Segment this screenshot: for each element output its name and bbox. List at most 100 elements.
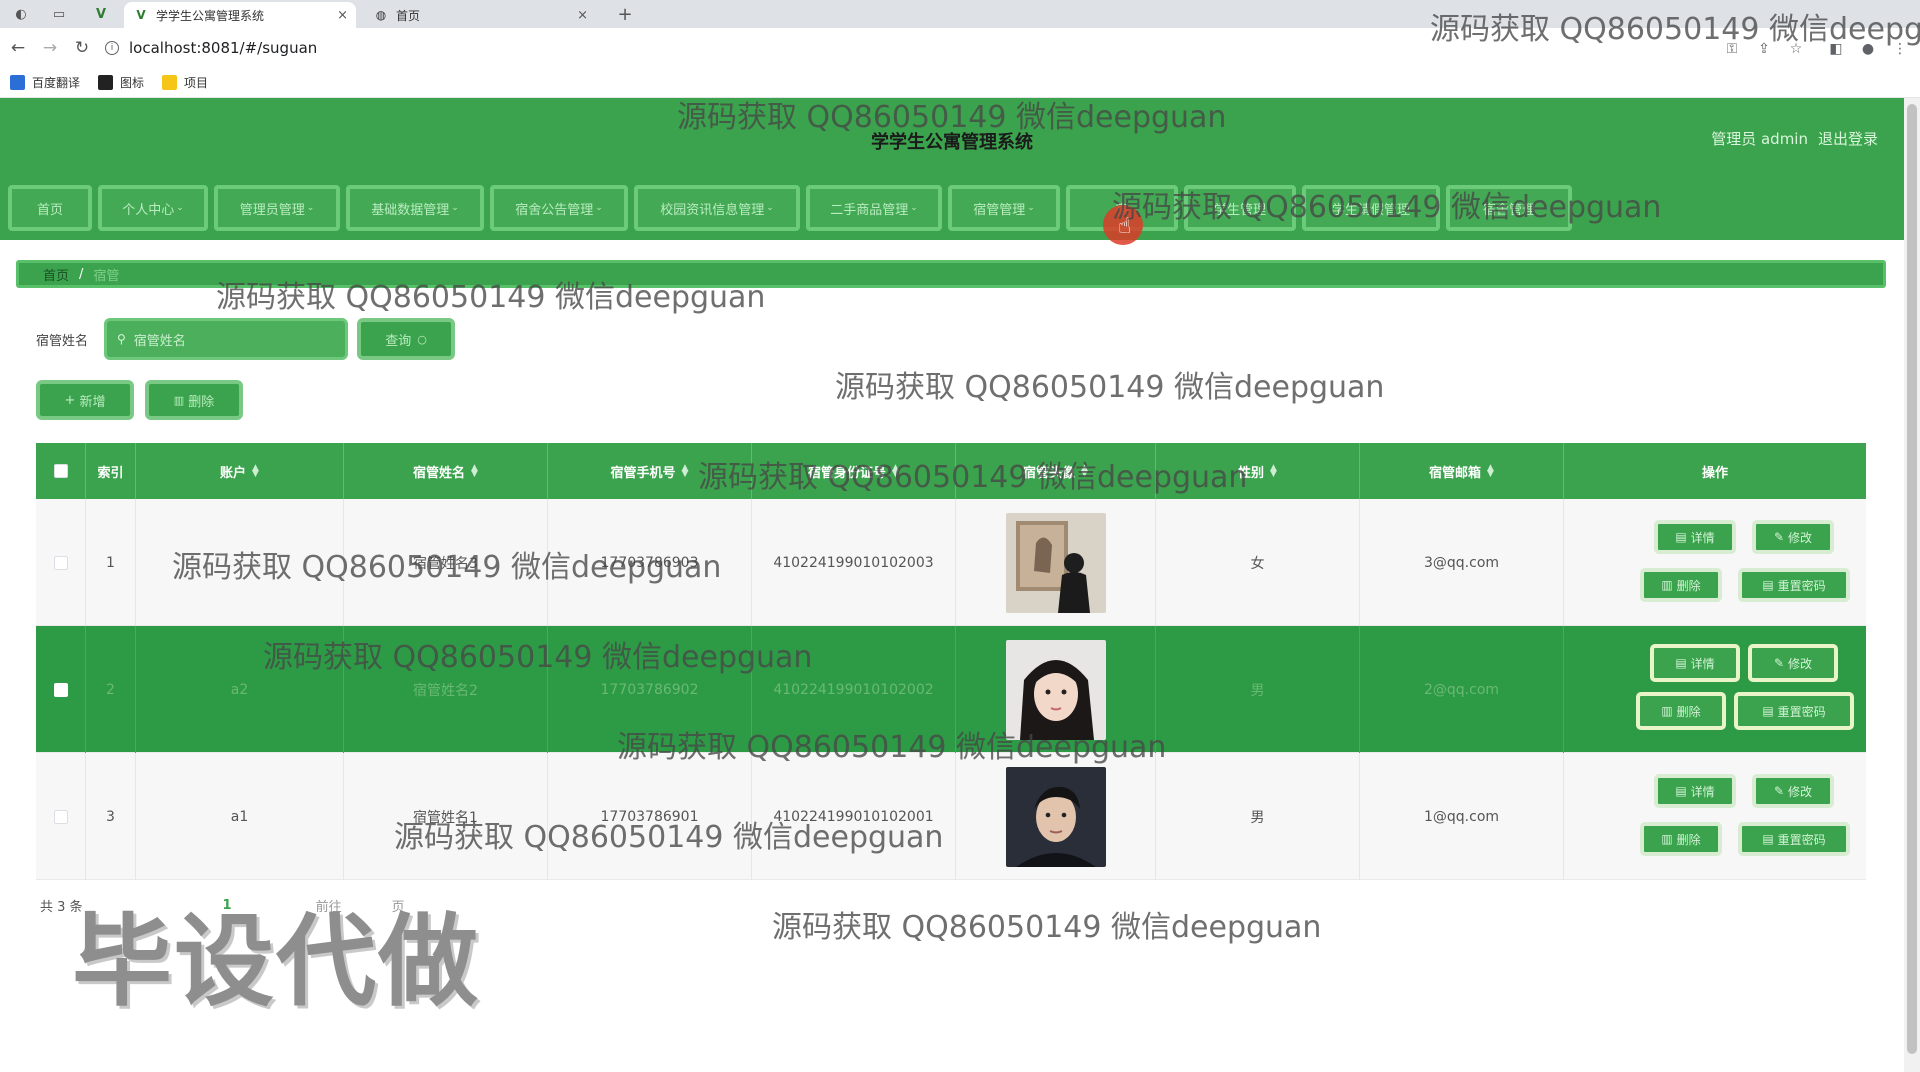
detail-button[interactable]: ▤ 详情 [1650,644,1740,682]
col-label: 宿管邮箱 [1429,465,1482,481]
promo-stamp: 毕设代做 [72,903,480,1020]
nav-item-second-hand[interactable]: 二手商品管理 ⌄ [806,185,942,231]
nav-label: 宿舍公告管理 [515,202,594,218]
cell-actions: ▤ 详情 ✎ 修改 ▥ 删除 ▤ 重置密码 [1564,499,1866,626]
tab-home[interactable]: ◍ 首页 × [364,2,596,28]
row-checkbox[interactable] [53,682,68,697]
op-label: 删除 [1676,832,1701,847]
forward-arrow-icon[interactable]: → [38,36,62,60]
nav-item-dorm-notice[interactable]: 宿舍公告管理 ⌄ [490,185,628,231]
reset-password-button[interactable]: ▤ 重置密码 [1738,822,1850,856]
nav-label: 首页 [36,202,63,218]
pinned-tab-vue-icon[interactable]: V [90,4,112,24]
nav-label: 基础数据管理 [371,202,450,218]
pinned-tab-blank-icon[interactable]: ▭ [48,4,70,24]
avatar[interactable] [1005,766,1106,867]
pencil-icon: ✎ [1773,530,1785,544]
pinned-tab-icon[interactable]: ◐ [10,4,32,24]
nav-label: 二手商品管理 [830,202,909,218]
breadcrumb-home[interactable]: 首页 [43,265,69,284]
op-label: 删除 [1676,704,1701,719]
bulk-delete-button[interactable]: ▥ 删除 [145,380,243,420]
col-email[interactable]: 宿管邮箱 ▲ ▼ [1360,443,1564,499]
row-select [36,626,86,753]
document-icon: ▤ [1762,578,1774,592]
col-label: 宿管手机号 [610,465,676,481]
chevron-down-icon: ⌄ [306,203,315,213]
nav-item-admin[interactable]: 管理员管理 ⌄ [214,185,340,231]
detail-button[interactable]: ▤ 详情 [1654,774,1736,808]
tab-student-apartment[interactable]: V 学学生公寓管理系统 × [124,2,356,28]
edit-button[interactable]: ✎ 修改 [1752,774,1834,808]
watermark: 源码获取 QQ86050149 微信deepguan [394,820,944,855]
plus-icon: + [64,392,76,408]
scrollbar-thumb[interactable] [1907,104,1917,1054]
select-all-checkbox[interactable] [53,464,68,478]
search-icon: ⚲ [117,332,126,346]
reset-password-button[interactable]: ▤ 重置密码 [1738,568,1850,602]
nav-item-campus-news[interactable]: 校园资讯信息管理 ⌄ [634,185,800,231]
bookmark-baidu-translate[interactable]: 百度翻译 [10,74,80,91]
row-checkbox[interactable] [53,555,68,570]
nav-item-home[interactable]: 首页 [8,185,92,231]
bookmark-project[interactable]: 项目 [162,74,208,91]
cell-gender: 男 [1156,626,1360,753]
site-info-icon[interactable]: i [105,41,119,55]
edit-button[interactable]: ✎ 修改 [1752,520,1834,554]
watermark: 源码获取 QQ86050149 微信deepguan [1112,190,1662,225]
tab-close-icon[interactable]: × [337,8,348,23]
document-icon: ▤ [1675,530,1687,544]
nav-item-dorm-admin[interactable]: 宿管管理 ⌄ [948,185,1060,231]
chevron-down-icon: ⌄ [766,203,774,213]
cell-idcard: 410224199010102003 [752,499,956,626]
row-checkbox[interactable] [53,809,68,824]
sort-icon[interactable]: ▲ ▼ [1270,464,1277,479]
edit-button[interactable]: ✎ 修改 [1748,644,1838,682]
reload-icon[interactable]: ↻ [70,36,94,60]
delete-button[interactable]: ▥ 删除 [1640,568,1722,602]
row-select [36,499,86,626]
sort-icon[interactable]: ▲ ▼ [252,464,259,479]
nav-item-basic-data[interactable]: 基础数据管理 ⌄ [346,185,484,231]
watermark: 源码获取 QQ86050149 微信deepguan [216,280,766,315]
watermark: 源码获取 QQ86050149 微信deepguan [617,730,1167,765]
nav-item-personal[interactable]: 个人中心 ⌄ [98,185,208,231]
add-button[interactable]: + 新增 [36,380,134,420]
search-input[interactable]: ⚲ 宿管姓名 [104,318,348,360]
op-label: 修改 [1788,530,1813,545]
sort-icon[interactable]: ▲ ▼ [471,464,478,479]
cell-avatar [956,753,1156,880]
sort-icon[interactable]: ▲ ▼ [1487,464,1494,479]
user-info: 管理员 admin [1711,130,1808,148]
sort-icon[interactable]: ▲ ▼ [682,464,689,479]
chevron-down-icon: ⌄ [176,203,184,213]
url-text: localhost:8081/#/suguan [129,39,318,57]
document-icon: ▤ [1675,656,1687,670]
logout-link[interactable]: 退出登录 [1818,128,1878,149]
new-tab-button[interactable]: + [614,4,636,25]
page-scrollbar[interactable] [1904,98,1920,1072]
delete-button[interactable]: ▥ 删除 [1640,822,1722,856]
reset-password-button[interactable]: ▤ 重置密码 [1734,692,1854,730]
image-icon [98,75,113,90]
detail-button[interactable]: ▤ 详情 [1654,520,1736,554]
bookmark-icons[interactable]: 图标 [98,74,144,91]
col-name[interactable]: 宿管姓名 ▲ ▼ [344,443,548,499]
row-select [36,753,86,880]
watermark: 源码获取 QQ86050149 微信deepguan [1430,12,1920,47]
col-account[interactable]: 账户 ▲ ▼ [136,443,344,499]
cell-email: 1@qq.com [1360,753,1564,880]
avatar[interactable] [1005,512,1106,613]
bookmark-label: 百度翻译 [32,76,81,90]
trash-icon: ▥ [173,393,185,407]
tab-close-icon[interactable]: × [577,8,588,23]
search-label: 宿管姓名 [36,334,89,349]
document-icon: ▤ [1762,832,1774,846]
op-label: 修改 [1788,656,1813,671]
folder-icon [162,75,177,90]
chevron-down-icon: ⌄ [595,203,603,213]
back-arrow-icon[interactable]: ← [6,36,30,60]
cell-email: 3@qq.com [1360,499,1564,626]
delete-button[interactable]: ▥ 删除 [1636,692,1726,730]
search-button[interactable]: 查询 ○ [357,318,455,360]
